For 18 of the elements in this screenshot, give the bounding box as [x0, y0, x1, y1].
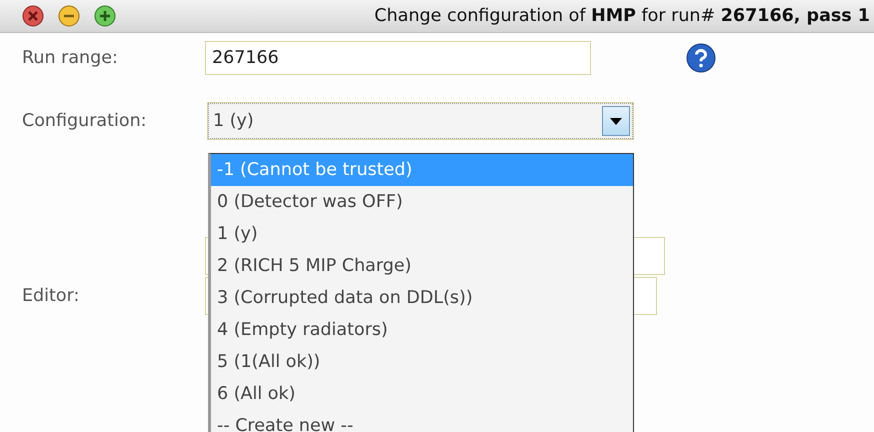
field-label: Configuration: — [21, 111, 148, 131]
dropdown-option[interactable]: 2 (RICH 5 MIP Charge) — [211, 250, 633, 282]
minimize-icon[interactable] — [58, 5, 80, 27]
dropdown-option[interactable]: -- Create new -- — [211, 410, 633, 432]
dropdown-option[interactable]: 1 (y) — [211, 218, 633, 250]
field-label: Run range: — [21, 48, 119, 68]
field-label: Editor: — [21, 286, 80, 306]
dropdown-option[interactable]: 3 (Corrupted data on DDL(s)) — [211, 282, 633, 314]
dropdown-option[interactable]: 4 (Empty radiators) — [211, 314, 633, 346]
dropdown-option[interactable]: 5 (1(All ok)) — [211, 346, 633, 378]
close-icon[interactable] — [22, 5, 44, 27]
maximize-icon[interactable] — [94, 5, 116, 27]
window-title: Change configuration of HMP for run# 267166, pass 1 — [374, 6, 870, 26]
dropdown-option[interactable]: 0 (Detector was OFF) — [211, 186, 633, 218]
configuration-dropdown[interactable]: 1 (y) — [208, 103, 633, 139]
dropdown-option[interactable]: 6 (All ok) — [211, 378, 633, 410]
help-icon[interactable] — [686, 43, 716, 73]
input-field[interactable]: 267166 — [205, 41, 591, 75]
